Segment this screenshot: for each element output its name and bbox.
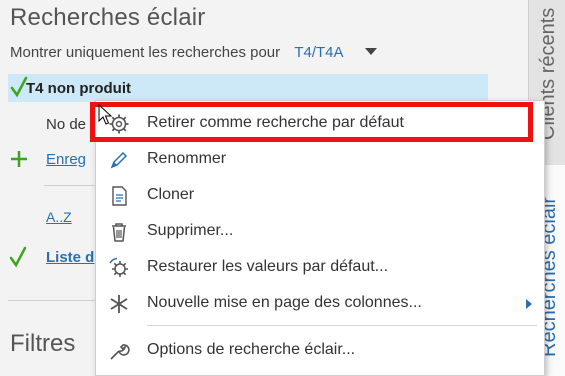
filter-prefix: Montrer uniquement les recherches pour (10, 44, 281, 61)
filter-dropdown[interactable]: T4/T4A (294, 44, 342, 61)
filters-title: Filtres (10, 330, 76, 357)
filter-row: Montrer uniquement les recherches pour T… (10, 44, 377, 61)
mouse-cursor-icon (98, 104, 113, 125)
menu-item-label: Restaurer les valeurs par défaut... (147, 258, 389, 275)
check-icon (9, 246, 27, 268)
menu-item-label: Nouvelle mise en page des colonnes... (147, 294, 422, 311)
list-item-selected[interactable]: T4 non produit (8, 74, 488, 102)
panel-title: Recherches éclair (10, 4, 206, 31)
trash-icon (112, 223, 126, 242)
chevron-down-icon[interactable] (364, 47, 377, 55)
menu-item-label: Renommer (147, 150, 227, 167)
pencil-icon (110, 151, 128, 169)
sort-az-link[interactable]: A..Z (46, 203, 72, 231)
menu-item-delete[interactable]: Supprimer... (96, 214, 545, 248)
menu-item-restore-defaults[interactable]: Restaurer les valeurs par défaut... (96, 250, 545, 284)
wrench-icon (110, 344, 130, 360)
list-link-label: Liste d (46, 248, 95, 266)
menu-divider (147, 325, 537, 326)
menu-item-label: Supprimer... (147, 222, 234, 239)
save-search-link[interactable]: Enreg (8, 145, 86, 173)
asterisk-icon (110, 295, 128, 313)
list-link[interactable]: Liste d (8, 243, 94, 271)
highlight-annotation (90, 102, 533, 142)
list-item[interactable]: No de (46, 110, 86, 138)
plus-icon (11, 151, 27, 167)
menu-item-new-column-layout[interactable]: Nouvelle mise en page des colonnes... (96, 286, 545, 320)
check-icon (10, 76, 28, 98)
document-icon (112, 186, 127, 206)
submenu-arrow-icon (526, 299, 532, 309)
menu-item-rename[interactable]: Renommer (96, 142, 545, 176)
menu-item-label: Cloner (147, 186, 195, 203)
menu-item-clone[interactable]: Cloner (96, 178, 545, 212)
menu-item-label: Options de recherche éclair... (147, 341, 356, 358)
save-search-label: Enreg (46, 150, 87, 168)
restore-gear-icon (109, 257, 128, 277)
list-item-label: T4 non produit (26, 79, 131, 97)
menu-item-quick-search-options[interactable]: Options de recherche éclair... (96, 333, 545, 367)
